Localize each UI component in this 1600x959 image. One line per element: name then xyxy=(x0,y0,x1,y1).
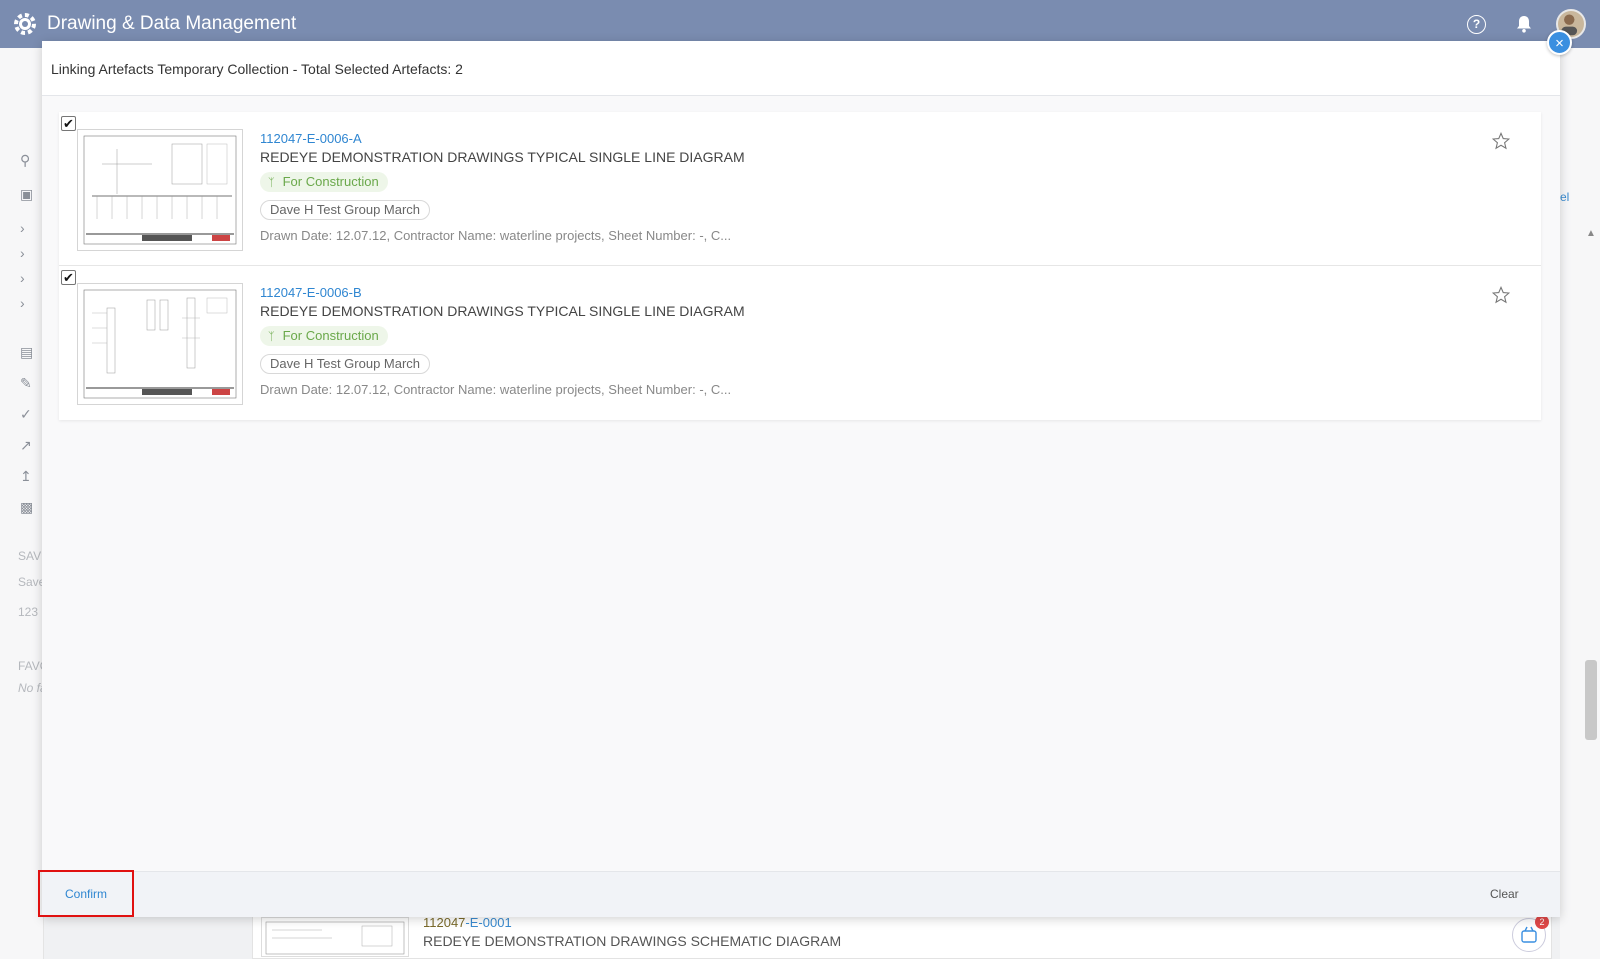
status-badge: ᛉ For Construction xyxy=(260,326,388,346)
artefact-card: ✔ 112047-E-0006-B REDEYE DEMONSTRATION D… xyxy=(59,266,1541,420)
artefact-checkbox[interactable]: ✔ xyxy=(61,270,76,285)
status-badge: ᛉ For Construction xyxy=(260,172,388,192)
gear-logo-icon[interactable] xyxy=(12,11,38,37)
background-right-panel: el xyxy=(1560,48,1600,959)
chart-line-icon: ↗ xyxy=(20,437,32,453)
scrollbar-thumb[interactable] xyxy=(1585,660,1597,740)
drawing-thumbnail[interactable] xyxy=(77,283,243,405)
scroll-up-icon: ▲ xyxy=(1586,228,1596,239)
star-icon[interactable] xyxy=(1492,286,1510,304)
single-line-diagram-preview xyxy=(83,135,237,245)
chevron-right-icon: › xyxy=(20,220,25,236)
branch-icon: ᛉ xyxy=(268,331,275,343)
artefact-code-link[interactable]: 112047-E-0006-B xyxy=(260,285,362,300)
artefact-list: ✔ 112047-E-0006-A REDEYE DEMONSTRATION D… xyxy=(59,112,1541,420)
artefact-card: ✔ 112047-E-0006-A REDEYE DEMONSTRATION D… xyxy=(59,112,1541,266)
folder-icon: ▣ xyxy=(20,186,34,202)
inbox-icon: ▩ xyxy=(20,499,34,515)
modal-footer: Confirm Clear xyxy=(38,870,1560,917)
artefact-metadata: Drawn Date: 12.07.12, Contractor Name: w… xyxy=(260,382,732,397)
artefact-metadata: Drawn Date: 12.07.12, Contractor Name: w… xyxy=(260,228,732,243)
group-tag[interactable]: Dave H Test Group March xyxy=(260,354,431,374)
search-icon: ⚲ xyxy=(20,152,31,168)
drawing-thumbnail xyxy=(261,917,409,957)
single-line-diagram-preview xyxy=(83,289,237,399)
group-tag[interactable]: Dave H Test Group March xyxy=(260,200,431,220)
close-modal-button[interactable]: × xyxy=(1547,30,1572,55)
cart-count-badge: 2 xyxy=(1535,915,1549,929)
bg-row-code: 112047-E-0001 xyxy=(423,915,512,930)
background-list-row: 112047-E-0001 REDEYE DEMONSTRATION DRAWI… xyxy=(252,912,1552,959)
branch-icon: ᛉ xyxy=(268,177,275,189)
app-title: Drawing & Data Management xyxy=(47,13,297,34)
clear-button[interactable]: Clear xyxy=(1490,887,1519,901)
artefact-checkbox[interactable]: ✔ xyxy=(61,116,76,131)
chevron-right-icon: › xyxy=(20,270,25,286)
help-icon[interactable]: ? xyxy=(1467,15,1486,34)
bg-saved-item: 123 xyxy=(18,605,39,619)
confirm-button[interactable]: Confirm xyxy=(38,870,134,917)
bg-row-title: REDEYE DEMONSTRATION DRAWINGS SCHEMATIC … xyxy=(423,933,842,949)
check-icon: ✓ xyxy=(20,406,32,422)
artefact-code-link[interactable]: 112047-E-0006-A xyxy=(260,131,362,146)
bg-right-text: el xyxy=(1560,190,1570,204)
drawing-thumbnail[interactable] xyxy=(77,129,243,251)
close-icon: × xyxy=(1555,35,1564,52)
background-sidebar: ⚲ ▣ › › › › ▤ ✎ ✓ ↗ ↥ ▩ SAVE Save 123 FA… xyxy=(0,48,49,959)
linking-collection-modal: Linking Artefacts Temporary Collection -… xyxy=(38,41,1560,917)
pencil-icon: ✎ xyxy=(20,375,32,391)
chevron-right-icon: › xyxy=(20,295,25,311)
artefact-name: REDEYE DEMONSTRATION DRAWINGS TYPICAL SI… xyxy=(260,149,745,165)
bell-icon[interactable] xyxy=(1514,14,1534,34)
upload-icon: ↥ xyxy=(20,468,32,484)
chevron-right-icon: › xyxy=(20,245,25,261)
modal-header: Linking Artefacts Temporary Collection -… xyxy=(42,41,1560,96)
artefact-name: REDEYE DEMONSTRATION DRAWINGS TYPICAL SI… xyxy=(260,303,745,319)
star-icon[interactable] xyxy=(1492,132,1510,150)
book-icon: ▤ xyxy=(20,344,34,360)
modal-title: Linking Artefacts Temporary Collection -… xyxy=(51,61,463,77)
